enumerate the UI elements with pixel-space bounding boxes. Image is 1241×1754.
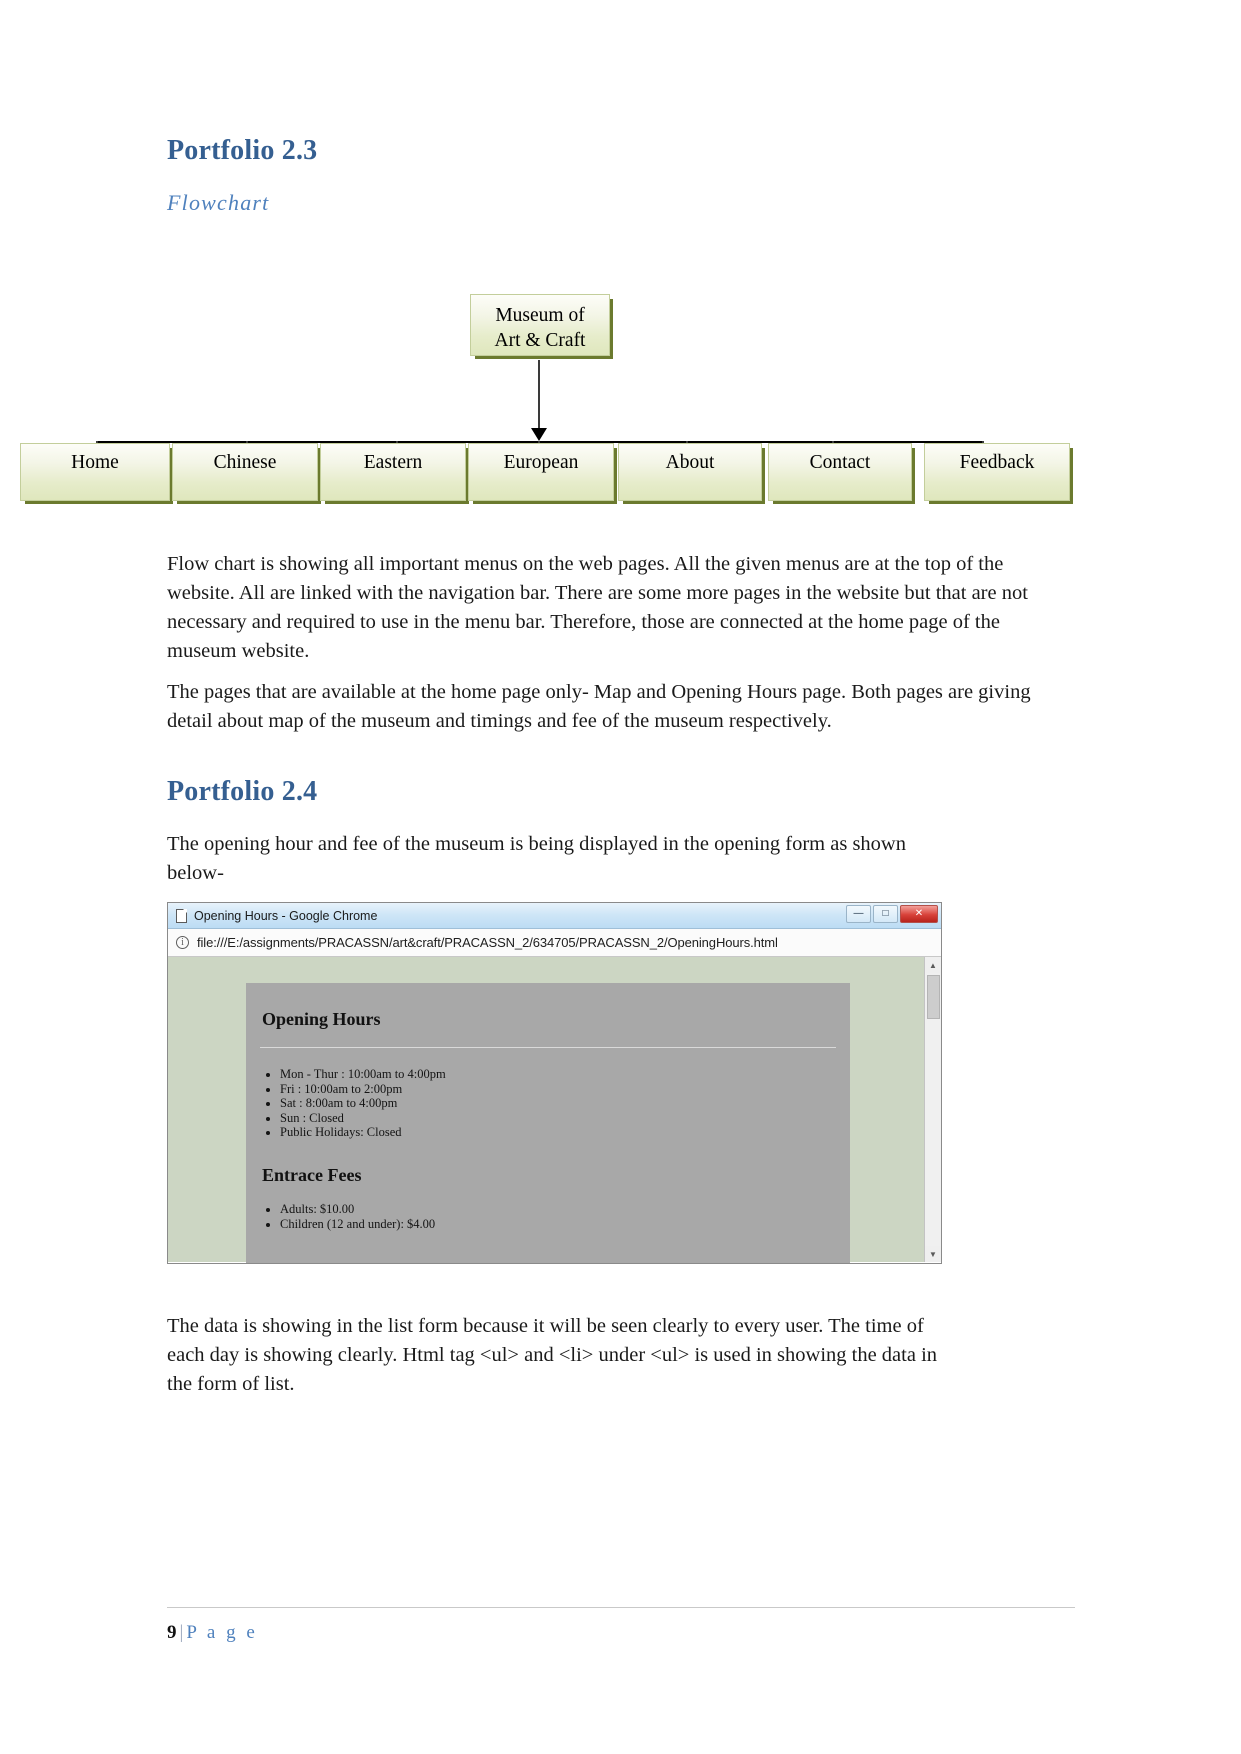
vertical-scrollbar[interactable]: ▲ ▼ — [924, 957, 941, 1262]
flow-node-european: European — [468, 443, 614, 501]
scrollbar-thumb[interactable] — [927, 975, 940, 1019]
panel-heading-entrace-fees: Entrace Fees — [262, 1165, 362, 1185]
flow-node-european-label: European — [503, 452, 579, 473]
flow-node-eastern-label: Eastern — [363, 452, 423, 473]
url-text: file:///E:/assignments/PRACASSN/art&craf… — [197, 935, 778, 950]
list-item: Sun : Closed — [280, 1111, 446, 1126]
flow-node-root-line1: Museum of — [495, 305, 585, 326]
site-info-icon[interactable]: i — [176, 936, 189, 949]
rendered-web-page: Opening Hours Mon - Thur : 10:00am to 4:… — [168, 957, 924, 1263]
flow-node-contact: Contact — [768, 443, 912, 501]
footer-page-number: 9 — [167, 1622, 177, 1643]
flow-node-chinese: Chinese — [172, 443, 318, 501]
connector-root-arrowhead — [531, 428, 547, 441]
browser-url-bar[interactable]: i file:///E:/assignments/PRACASSN/art&cr… — [168, 929, 941, 957]
section-heading-portfolio-2-4: Portfolio 2.4 — [167, 776, 318, 807]
flow-node-feedback: Feedback — [924, 443, 1070, 501]
panel-heading-opening-hours: Opening Hours — [262, 1009, 381, 1029]
list-item: Adults: $10.00 — [280, 1202, 435, 1217]
browser-title-bar: Opening Hours - Google Chrome — □ ✕ — [168, 903, 941, 929]
flow-node-root: Museum of Art & Craft — [470, 294, 610, 356]
flow-node-home: Home — [20, 443, 170, 501]
panel-divider-1 — [260, 1047, 836, 1048]
flow-node-chinese-label: Chinese — [213, 452, 277, 473]
list-item: Public Holidays: Closed — [280, 1125, 446, 1140]
flow-node-root-line2: Art & Craft — [494, 329, 586, 351]
browser-screenshot: Opening Hours - Google Chrome — □ ✕ i fi… — [167, 902, 942, 1264]
paragraph-list-form-explanation: The data is showing in the list form bec… — [167, 1315, 938, 1395]
flow-node-contact-label: Contact — [809, 452, 871, 473]
document-page: Portfolio 2.3 Flowchart Museum of Art & … — [0, 0, 1241, 1754]
scroll-up-arrow-icon[interactable]: ▲ — [925, 957, 941, 973]
paragraph-opening-form-intro: The opening hour and fee of the museum i… — [167, 833, 906, 884]
page-document-icon — [176, 908, 187, 923]
list-item: Mon - Thur : 10:00am to 4:00pm — [280, 1067, 446, 1082]
flowchart: Museum of Art & Craft Home Chinese Easte… — [0, 0, 1241, 600]
flow-node-home-label: Home — [71, 452, 119, 473]
flow-node-feedback-label: Feedback — [959, 452, 1035, 473]
close-button[interactable]: ✕ — [900, 905, 938, 923]
footer-page-label: P a g e — [186, 1622, 258, 1643]
browser-viewport: Opening Hours Mon - Thur : 10:00am to 4:… — [168, 957, 941, 1263]
paragraph-home-only-pages: The pages that are available at the home… — [167, 681, 1031, 732]
list-item: Children (12 and under): $4.00 — [280, 1217, 435, 1232]
list-item: Fri : 10:00am to 2:00pm — [280, 1082, 446, 1097]
paragraph-flowchart-description: Flow chart is showing all important menu… — [167, 553, 1028, 662]
maximize-button[interactable]: □ — [873, 905, 898, 923]
opening-hours-panel: Opening Hours Mon - Thur : 10:00am to 4:… — [246, 983, 850, 1263]
flow-node-about-label: About — [665, 452, 715, 473]
minimize-button[interactable]: — — [846, 905, 871, 923]
footer-divider — [167, 1607, 1075, 1608]
footer-separator: | — [179, 1622, 184, 1643]
flow-node-eastern: Eastern — [320, 443, 466, 501]
opening-hours-list: Mon - Thur : 10:00am to 4:00pm Fri : 10:… — [246, 1067, 446, 1140]
window-controls: — □ ✕ — [846, 905, 938, 923]
page-footer: 9 | P a g e — [167, 1622, 258, 1644]
flow-node-about: About — [618, 443, 762, 501]
entrace-fees-list: Adults: $10.00 Children (12 and under): … — [246, 1202, 435, 1231]
scroll-down-arrow-icon[interactable]: ▼ — [925, 1246, 941, 1262]
connector-root-vertical — [538, 360, 540, 432]
list-item: Sat : 8:00am to 4:00pm — [280, 1096, 446, 1111]
browser-window-title: Opening Hours - Google Chrome — [194, 908, 378, 923]
